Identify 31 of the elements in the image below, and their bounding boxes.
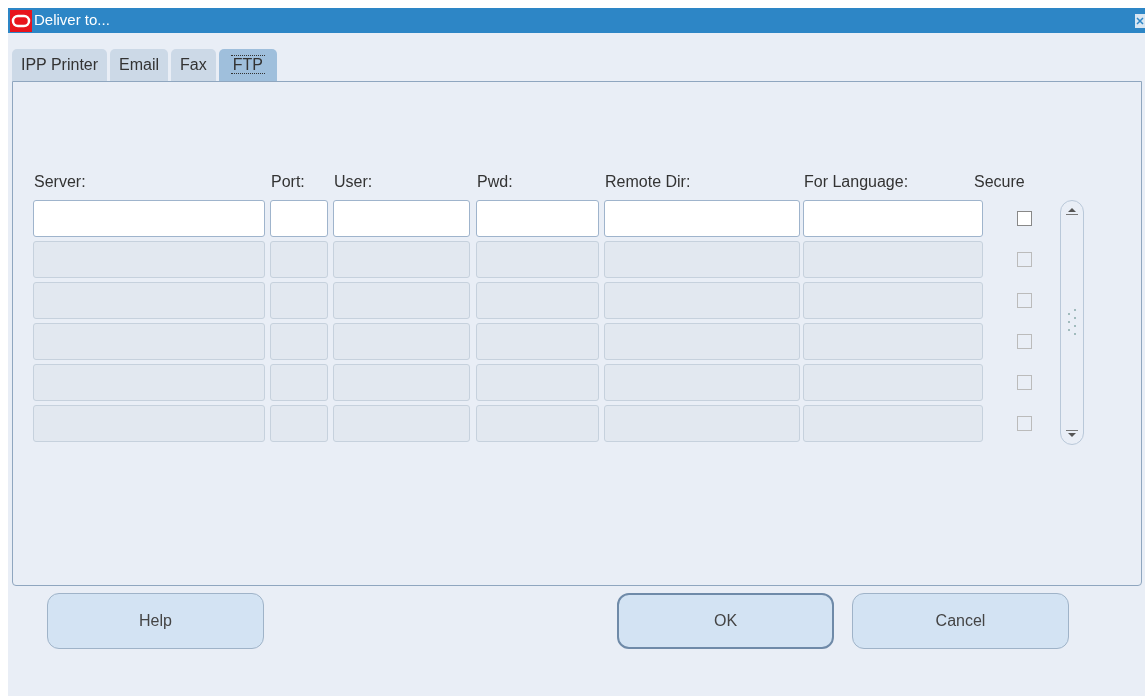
input-field[interactable] xyxy=(333,200,470,237)
checkbox[interactable] xyxy=(1017,334,1032,349)
checkbox[interactable] xyxy=(1017,252,1032,267)
close-icon[interactable] xyxy=(1135,13,1145,28)
input-field[interactable] xyxy=(270,200,328,237)
column-label: Server: xyxy=(34,172,87,192)
column-label: Remote Dir: xyxy=(605,172,692,192)
window-title: Deliver to... xyxy=(34,10,110,31)
checkbox[interactable] xyxy=(1017,293,1032,308)
tab[interactable]: Email xyxy=(110,49,169,81)
column-label: Port: xyxy=(271,172,306,192)
column-label: Secure xyxy=(974,172,1025,192)
checkbox[interactable] xyxy=(1017,211,1032,226)
scroll-down-icon[interactable] xyxy=(1065,430,1079,438)
ok-button[interactable]: OK xyxy=(617,593,834,649)
scroll-up-icon[interactable] xyxy=(1065,207,1079,215)
checkbox[interactable] xyxy=(1017,416,1032,431)
input-field[interactable] xyxy=(604,200,800,237)
tab[interactable]: Fax xyxy=(171,49,216,81)
tab[interactable]: FTP xyxy=(218,49,277,81)
input-field[interactable] xyxy=(803,200,983,237)
checkbox[interactable] xyxy=(1017,375,1032,390)
grip-icon[interactable] xyxy=(1067,307,1077,338)
input-field[interactable] xyxy=(33,200,265,237)
help-button[interactable]: Help xyxy=(47,593,264,649)
column-label: User: xyxy=(334,172,374,192)
tab[interactable]: IPP Printer xyxy=(12,49,108,81)
input-field[interactable] xyxy=(476,200,599,237)
cancel-button[interactable]: Cancel xyxy=(852,593,1069,649)
column-label: Pwd: xyxy=(477,172,514,192)
app-logo-icon xyxy=(10,9,32,32)
